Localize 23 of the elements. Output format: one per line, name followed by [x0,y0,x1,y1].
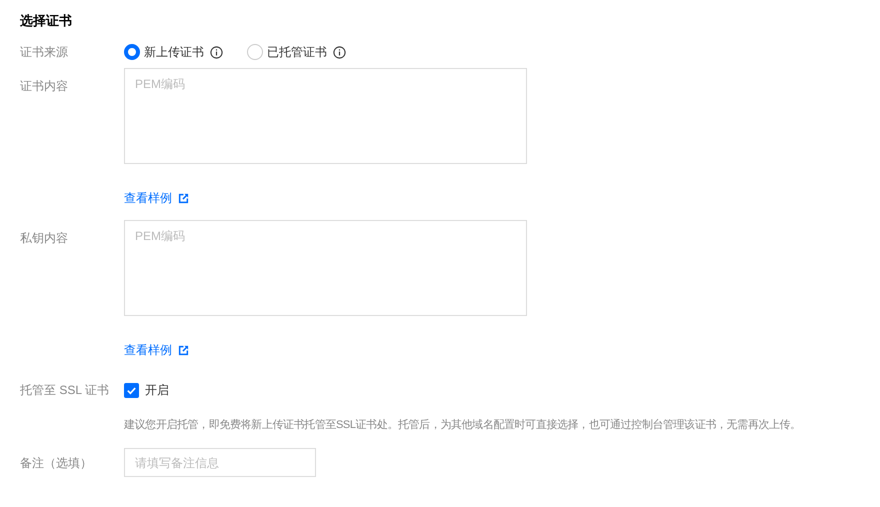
remark-input[interactable]: 请填写备注信息 [124,448,316,477]
radio-button[interactable] [124,44,140,60]
field-label: 托管至 SSL 证书 [20,383,109,397]
check-icon [126,384,137,396]
checkbox[interactable] [124,382,139,398]
view-sample-link[interactable]: 查看样例 [124,342,189,358]
radio-button[interactable] [247,44,263,60]
section-title: 选择证书 [20,13,72,28]
hint-text: 建议您开启托管，即免费将新上传证书托管至SSL证书处。托管后，为其他域名配置时可直接选择，也可通过控制台管理该证书，无需再次上传。 [124,419,801,431]
radio-label[interactable]: 新上传证书 [144,43,204,61]
field-label: 备注（选填） [20,456,92,470]
view-sample-link[interactable]: 查看样例 [124,190,189,206]
pem-textarea[interactable]: PEM编码 [124,220,527,316]
field-label: 私钥内容 [20,231,68,245]
checkbox-label[interactable]: 开启 [145,381,169,399]
field-label: 证书内容 [20,79,68,93]
external-link-icon [178,192,189,204]
pem-textarea[interactable]: PEM编码 [124,68,527,164]
field-label: 证书来源 [20,45,68,59]
radio-label[interactable]: 已托管证书 [267,43,327,61]
info-icon[interactable] [333,46,346,58]
info-icon[interactable] [210,46,223,58]
external-link-icon [178,344,189,356]
